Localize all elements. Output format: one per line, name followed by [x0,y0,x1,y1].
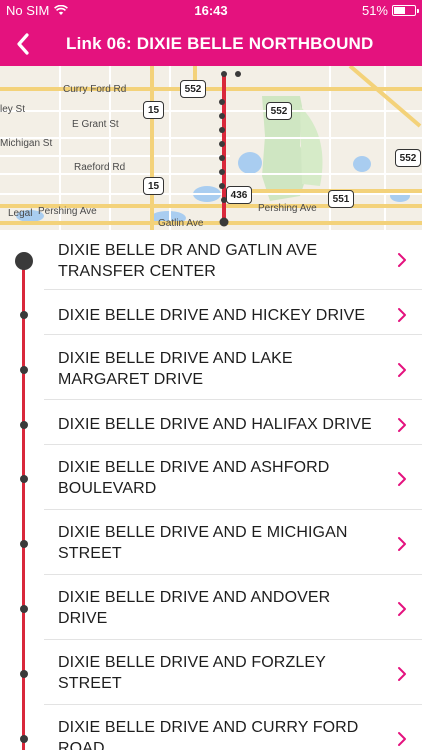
chevron-right-icon [398,667,406,681]
chevron-right-icon [398,418,406,432]
status-bar: No SIM 16:43 51% [0,0,422,22]
route-shield-436: 436 [226,186,252,204]
map-label-curry-ford-rd: Curry Ford Rd [63,84,127,95]
stop-name: DIXIE BELLE DRIVE AND HALIFAX DRIVE [58,416,372,433]
stop-list-item[interactable]: DIXIE BELLE DRIVE AND ANDOVER DRIVE [0,575,422,640]
stop-marker-icon [20,735,28,743]
clock: 16:43 [194,3,228,18]
route-shield-15: 15 [143,177,164,195]
stop-marker-icon [15,252,33,270]
page-title: Link 06: DIXIE BELLE NORTHBOUND [66,34,374,53]
chevron-right-icon [398,308,406,322]
map-label-legal: Legal [8,208,33,219]
stop-list: DIXIE BELLE DR AND GATLIN AVE TRANSFER C… [0,230,422,750]
stop-marker-icon [20,670,28,678]
battery-info: 51% [361,3,419,18]
route-shield-552: 552 [180,80,206,98]
map-label-pershing-ave-left: Pershing Ave [38,206,97,217]
stop-list-item[interactable]: DIXIE BELLE DRIVE AND FORZLEY STREET [0,640,422,705]
map-label-e-grant-st: E Grant St [72,119,119,130]
stop-name: DIXIE BELLE DRIVE AND HICKEY DRIVE [58,307,366,324]
stop-list-item[interactable]: DIXIE BELLE DR AND GATLIN AVE TRANSFER C… [0,230,422,290]
route-shield-552: 552 [266,102,292,120]
stop-marker-icon [20,475,28,483]
stop-name: DIXIE BELLE DRIVE AND LAKE MARGARET DRIV… [58,350,293,388]
stop-name: DIXIE BELLE DR AND GATLIN AVE TRANSFER C… [58,242,318,280]
chevron-right-icon [398,602,406,616]
chevron-right-icon [398,363,406,377]
map-label-michigan-st: Michigan St [0,138,53,149]
stop-marker-icon [20,540,28,548]
chevron-right-icon [398,732,406,746]
battery-percent: 51% [361,3,388,18]
stop-list-item[interactable]: DIXIE BELLE DRIVE AND HALIFAX DRIVE [0,400,422,445]
map-label-raeford-rd: Raeford Rd [74,162,126,173]
chevron-right-icon [398,537,406,551]
stop-name: DIXIE BELLE DRIVE AND ASHFORD BOULEVARD [58,459,330,497]
stop-list-item[interactable]: DIXIE BELLE DRIVE AND ASHFORD BOULEVARD [0,445,422,510]
chevron-right-icon [398,472,406,486]
stop-list-item[interactable]: DIXIE BELLE DRIVE AND HICKEY DRIVE [0,290,422,335]
stop-marker-icon [20,311,28,319]
nav-bar: Link 06: DIXIE BELLE NORTHBOUND [0,22,422,66]
chevron-left-icon [17,33,29,55]
stop-name: DIXIE BELLE DRIVE AND E MICHIGAN STREET [58,524,348,562]
stop-name: DIXIE BELLE DRIVE AND CURRY FORD ROAD [58,719,359,750]
map-label-pershing-ave-right: Pershing Ave [258,203,317,214]
chevron-right-icon [398,253,406,267]
route-shield-552: 552 [395,149,421,167]
stop-marker-icon [20,366,28,374]
map-label-ley-st: ley St [0,104,26,115]
route-map[interactable]: Curry Ford Rd ley St E Grant St Michigan… [0,66,422,230]
stop-list-item[interactable]: DIXIE BELLE DRIVE AND LAKE MARGARET DRIV… [0,335,422,400]
stop-name: DIXIE BELLE DRIVE AND FORZLEY STREET [58,654,326,692]
stop-list-item[interactable]: DIXIE BELLE DRIVE AND CURRY FORD ROAD [0,705,422,750]
stop-name: DIXIE BELLE DRIVE AND ANDOVER DRIVE [58,589,331,627]
route-shield-15: 15 [143,101,164,119]
route-shield-551: 551 [328,190,354,208]
stop-marker-icon [20,421,28,429]
stop-list-item[interactable]: DIXIE BELLE DRIVE AND E MICHIGAN STREET [0,510,422,575]
back-button[interactable] [8,28,38,60]
battery-icon [392,5,419,16]
map-label-gatlin-ave: Gatlin Ave [158,218,204,229]
stop-marker-icon [20,605,28,613]
header: No SIM 16:43 51% Link 06: DIXIE BELLE NO… [0,0,422,66]
